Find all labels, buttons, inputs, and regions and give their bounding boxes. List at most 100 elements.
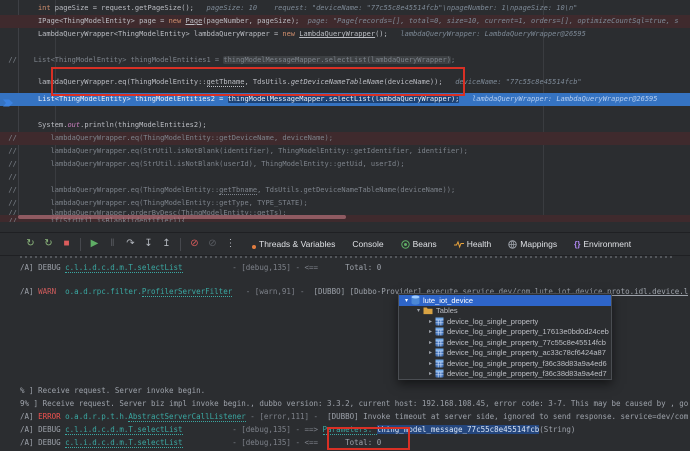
tree-row-Tables[interactable]: ▾ Tables [399, 306, 611, 317]
tab-label: Health [467, 239, 492, 249]
code-segment: pageSize = request.getPageSize(); [55, 4, 207, 12]
log-segment: c.l.i.d.c.d.m.T.selectList [65, 425, 182, 435]
console-log-line: /A] DEBUG c.l.i.d.c.d.m.T.selectList - [… [20, 262, 688, 274]
code-line[interactable]: lambdaQueryWrapper.eq(ThingModelEntity::… [0, 76, 690, 89]
code-segment: lambdaQueryWrapper.eq(StrUtil.isNotBlank… [51, 160, 405, 168]
log-segment: % ] Receive request. Server invoke begin… [20, 386, 205, 395]
tab-label: Beans [413, 239, 437, 249]
code-line[interactable]: // lambdaQueryWrapper.eq(ThingModelEntit… [0, 184, 690, 197]
tab-label: Environment [583, 239, 631, 249]
code-editor[interactable]: int pageSize = request.getPageSize(); pa… [0, 0, 690, 222]
code-segment: getDeviceNameTableName [291, 78, 384, 86]
table-icon [435, 317, 444, 326]
log-segment: o.a.d.r.p.t.h. [65, 412, 128, 421]
log-segment: /A] [20, 438, 38, 447]
resume-icon[interactable]: ▶ [88, 234, 101, 254]
tab-environment[interactable]: {}Environment [574, 239, 631, 249]
code-segment: LambdaQueryWrapper<ThingModelEntity> lam… [38, 30, 282, 38]
console-log-line: /A] DEBUG c.l.i.d.c.d.m.T.selectList - [… [20, 437, 688, 449]
log-segment: DEBUG [38, 425, 65, 434]
code-segment: thingModelMessageMapper.selectList(lambd… [228, 95, 460, 103]
code-segment: // [0, 160, 51, 168]
chevron-down-icon[interactable]: ▾ [414, 307, 423, 314]
mute-breakpoints-icon[interactable]: ⊘ [188, 234, 201, 254]
chevron-right-icon[interactable]: ▸ [426, 349, 435, 356]
code-segment [0, 17, 38, 25]
step-over-icon[interactable]: ↷ [124, 234, 137, 254]
code-line[interactable]: int pageSize = request.getPageSize(); pa… [0, 2, 690, 15]
step-out-icon[interactable]: ↥ [160, 234, 173, 254]
code-segment: new [169, 17, 186, 25]
table-icon [435, 327, 444, 336]
code-segment: out [67, 121, 80, 129]
tab-threads-variables[interactable]: Threads & Variables [252, 239, 335, 249]
log-segment: - [debug,135] - <== [183, 263, 346, 272]
rerun-icon[interactable]: ↻ [24, 234, 37, 254]
code-segment: (pageNumber, pageSize); [202, 17, 307, 25]
tree-row-device_log_single_property_f36c38d83a9a4ed7[interactable]: ▸device_log_single_property_f36c38d83a9a… [399, 369, 611, 380]
log-segment: Parameters: [323, 425, 377, 435]
code-line[interactable]: // lambdaQueryWrapper.eq(StrUtil.isNotBl… [0, 145, 690, 158]
chevron-right-icon[interactable]: ▸ [426, 360, 435, 367]
log-segment: 9% ] Receive request. Server biz impl in… [20, 399, 688, 408]
pause-icon[interactable]: ‖ [106, 234, 119, 254]
table-icon [435, 369, 444, 378]
code-segment: ; [451, 56, 455, 64]
code-line[interactable]: // lambdaQueryWrapper.eq(ThingModelEntit… [0, 132, 690, 145]
chevron-right-icon[interactable]: ▸ [426, 328, 435, 335]
code-segment: // [0, 186, 51, 194]
view-breakpoints-icon[interactable]: ⊘ [206, 234, 219, 254]
tree-row-label: Tables [436, 306, 458, 315]
table-icon [435, 338, 444, 347]
tree-row-device_log_single_property_17613e0bd0d24ceb[interactable]: ▸device_log_single_property_17613e0bd0d2… [399, 327, 611, 338]
tab-beans[interactable]: Beans [401, 239, 437, 249]
code-line[interactable]: // lambdaQueryWrapper.eq(StrUtil.isNotBl… [0, 158, 690, 171]
step-into-icon[interactable]: ↧ [142, 234, 155, 254]
more-options-icon[interactable]: ⋮ [224, 234, 237, 254]
chevron-down-icon[interactable]: ▾ [402, 297, 411, 304]
tab-health[interactable]: Health [454, 239, 492, 249]
code-line[interactable]: System.out.println(thingModelEntities2); [0, 119, 690, 132]
code-segment: , [244, 78, 252, 86]
code-segment: deviceName: "77c55c8e45514fcb" [455, 78, 581, 86]
log-segment: /A] [20, 263, 38, 272]
chevron-right-icon[interactable]: ▸ [426, 318, 435, 325]
tree-row-lute_iot_device[interactable]: ▾lute_iot_device [399, 295, 611, 306]
tree-row-label: device_log_single_property [447, 317, 538, 326]
log-segment: - [debug,135] - <== [183, 438, 346, 447]
tree-row-device_log_single_property_ac33c78cf6424a87[interactable]: ▸device_log_single_property_ac33c78cf642… [399, 348, 611, 359]
tab-mappings[interactable]: Mappings [508, 239, 557, 249]
log-segment: WARN [38, 287, 65, 296]
log-segment: Total: 0 [345, 263, 381, 272]
code-segment: lambdaQueryWrapper.eq(ThingModelEntity::… [51, 199, 308, 207]
code-segment: lambdaQueryWrapper: LambdaQueryWrapper@2… [472, 95, 657, 103]
code-line[interactable]: IPage<ThingModelEntity> page = new Page(… [0, 15, 690, 28]
code-segment [0, 78, 38, 86]
log-segment: /A] [20, 412, 38, 421]
code-segment: List<ThingModelEntity> thingModelEntitie… [38, 95, 228, 103]
stop-icon[interactable]: ■ [60, 234, 73, 254]
code-segment: // [0, 173, 17, 181]
tree-row-device_log_single_property_77c55c8e45514fcb[interactable]: ▸device_log_single_property_77c55c8e4551… [399, 337, 611, 348]
tree-row-device_log_single_property[interactable]: ▸ device_log_single_property [399, 316, 611, 327]
code-line[interactable]: // List<ThingModelEntity> thingModelEnti… [0, 54, 690, 67]
code-line[interactable]: List<ThingModelEntity> thingModelEntitie… [0, 93, 690, 106]
code-segment: th [657, 95, 690, 103]
code-segment: lambdaQueryWrapper.eq(ThingModelEntity::… [51, 134, 333, 142]
code-segment: System. [38, 121, 68, 129]
rerun-debug-icon[interactable]: ↻ [42, 234, 55, 254]
tree-row-device_log_single_property_f36c38d83a9a4ed6[interactable]: ▸device_log_single_property_f36c38d83a9a… [399, 358, 611, 369]
code-line[interactable]: // [0, 171, 690, 184]
tab-console[interactable]: Console [352, 239, 383, 249]
mappings-icon [508, 240, 517, 249]
chevron-right-icon[interactable]: ▸ [426, 339, 435, 346]
console-log-line: /A] DEBUG c.l.i.d.c.d.m.T.selectList - [… [20, 424, 688, 436]
code-segment: // [0, 134, 51, 142]
log-segment: /A] [20, 287, 38, 296]
threads-indicator-icon [252, 240, 256, 249]
editor-horizontal-scrollbar[interactable] [18, 215, 346, 219]
chevron-right-icon[interactable]: ▸ [426, 370, 435, 377]
code-line[interactable]: LambdaQueryWrapper<ThingModelEntity> lam… [0, 28, 690, 41]
code-segment [459, 95, 472, 103]
clipped-log-line [20, 256, 675, 258]
